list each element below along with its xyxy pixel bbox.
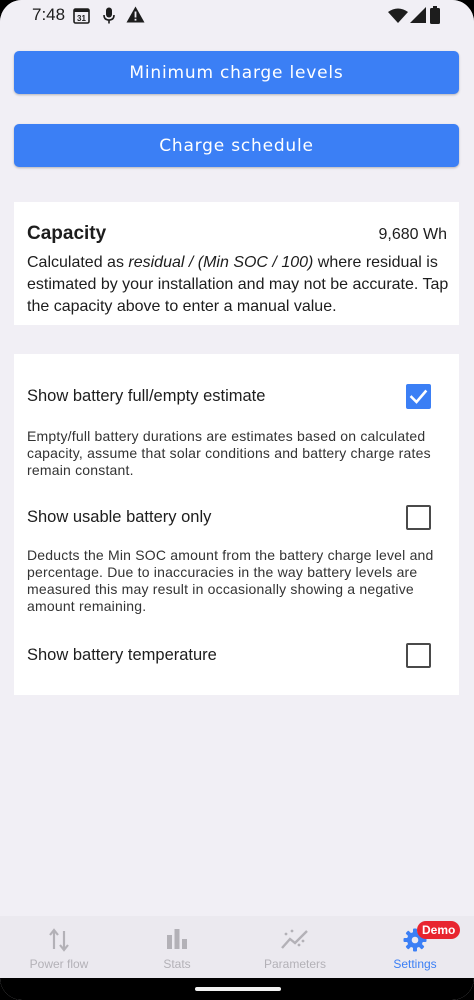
setting-desc-usable-battery: Deducts the Min SOC amount from the batt… — [27, 547, 434, 614]
nav-label-parameters: Parameters — [263, 957, 327, 971]
capacity-desc-prefix: Calculated as — [27, 254, 129, 271]
microphone-icon — [103, 7, 115, 29]
parameters-icon — [281, 928, 309, 955]
calendar-day: 31 — [77, 14, 86, 23]
capacity-card: Capacity 9,680 Wh Calculated as residual… — [14, 202, 459, 325]
nav-item-stats[interactable]: Stats — [118, 916, 236, 978]
setting-label-full-empty-estimate: Show battery full/empty estimate — [27, 387, 266, 405]
minimum-charge-levels-label: Minimum charge levels — [129, 62, 344, 83]
setting-desc-full-empty-estimate: Empty/full battery durations are estimat… — [27, 428, 431, 478]
wifi-icon — [388, 8, 408, 28]
gesture-area — [0, 978, 474, 1000]
gesture-handle[interactable] — [195, 987, 281, 991]
setting-label-battery-temperature: Show battery temperature — [27, 646, 217, 664]
capacity-description: Calculated as residual / (Min SOC / 100)… — [27, 252, 452, 318]
nav-label-power-flow: Power flow — [29, 957, 89, 971]
capacity-value[interactable]: 9,680 Wh — [379, 226, 447, 244]
status-bar: 7:48 31 — [0, 0, 474, 32]
alert-icon — [126, 6, 145, 28]
minimum-charge-levels-button[interactable]: Minimum charge levels — [14, 51, 459, 94]
charge-schedule-label: Charge schedule — [159, 135, 314, 156]
battery-icon — [430, 6, 440, 29]
battery-settings-card: Show battery full/empty estimate Empty/f… — [14, 354, 459, 695]
nav-label-settings: Settings — [393, 957, 437, 971]
bottom-navigation: Power flow Stats Parameters Settings — [0, 916, 474, 978]
demo-badge: Demo — [417, 921, 461, 939]
checkmark-icon — [409, 389, 428, 404]
stats-icon — [166, 928, 188, 955]
capacity-desc-formula: residual / (Min SOC / 100) — [128, 254, 314, 271]
capacity-title: Capacity — [27, 223, 107, 244]
calendar-icon: 31 — [73, 7, 90, 29]
signal-icon — [410, 7, 426, 28]
nav-label-stats: Stats — [163, 957, 191, 971]
nav-item-power-flow[interactable]: Power flow — [0, 916, 118, 978]
screen: 7:48 31 Minimum charge levels Charge sch… — [0, 0, 474, 1000]
checkbox-usable-battery[interactable] — [406, 505, 431, 530]
status-time: 7:48 — [32, 5, 66, 24]
setting-label-usable-battery: Show usable battery only — [27, 508, 212, 526]
checkbox-full-empty-estimate[interactable] — [406, 384, 431, 409]
nav-item-parameters[interactable]: Parameters — [236, 916, 354, 978]
checkbox-battery-temperature[interactable] — [406, 643, 431, 668]
power-flow-icon — [49, 928, 69, 957]
charge-schedule-button[interactable]: Charge schedule — [14, 124, 459, 167]
